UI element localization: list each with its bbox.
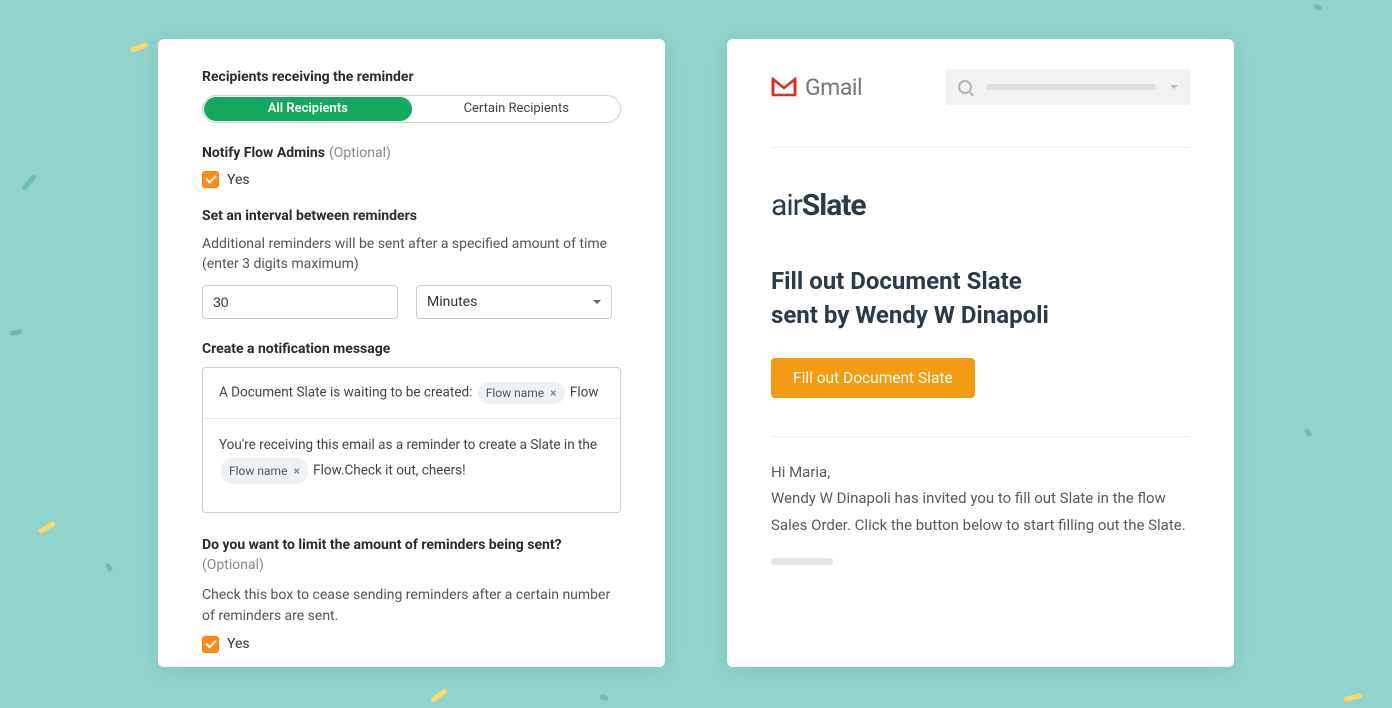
notification-message-editor[interactable]: A Document Slate is waiting to be create…	[202, 367, 621, 513]
chip-remove-icon[interactable]: ×	[293, 460, 299, 482]
interval-desc: Additional reminders will be sent after …	[202, 234, 621, 275]
dropdown-icon	[1170, 85, 1178, 89]
search-placeholder-skeleton	[986, 84, 1156, 90]
limit-heading: Do you want to limit the amount of remin…	[202, 535, 621, 576]
fill-out-slate-button[interactable]: Fill out Document Slate	[771, 358, 975, 398]
interval-value-input[interactable]	[202, 285, 398, 319]
divider	[771, 147, 1190, 148]
gmail-logo: Gmail	[771, 74, 862, 101]
gmail-text: Gmail	[805, 74, 862, 101]
email-body-text: Hi Maria, Wendy W Dinapoli has invited y…	[771, 459, 1190, 538]
recipients-heading: Recipients receiving the reminder	[202, 69, 621, 85]
notify-admins-heading: Notify Flow Admins(Optional)	[202, 145, 621, 161]
interval-unit-select[interactable]: Minutes	[416, 285, 612, 319]
divider	[771, 436, 1190, 437]
flow-name-chip[interactable]: Flow name×	[221, 458, 308, 484]
airslate-logo: airSlate	[771, 188, 1190, 223]
message-heading: Create a notification message	[202, 341, 621, 357]
limit-reminders-checkbox[interactable]	[202, 636, 219, 653]
interval-unit-label: Minutes	[427, 294, 477, 310]
search-icon	[958, 80, 972, 94]
gmail-search[interactable]	[946, 69, 1190, 105]
limit-reminders-checkbox-label: Yes	[227, 636, 250, 652]
tab-certain-recipients[interactable]: Certain Recipients	[413, 96, 621, 122]
gmail-m-icon	[771, 77, 797, 97]
recipients-segmented: All Recipients Certain Recipients	[202, 95, 621, 123]
notify-admins-checkbox[interactable]	[202, 171, 219, 188]
email-heading: Fill out Document Slatesent by Wendy W D…	[771, 265, 1190, 332]
interval-heading: Set an interval between reminders	[202, 208, 621, 224]
email-preview-card: Gmail airSlate Fill out Document Slatese…	[727, 39, 1234, 667]
flow-name-chip[interactable]: Flow name×	[478, 382, 565, 404]
message-body: You're receiving this email as a reminde…	[203, 419, 620, 512]
reminder-settings-card: Recipients receiving the reminder All Re…	[158, 39, 665, 667]
notify-admins-checkbox-label: Yes	[227, 172, 250, 188]
limit-desc: Check this box to cease sending reminder…	[202, 585, 621, 626]
tab-all-recipients[interactable]: All Recipients	[204, 97, 412, 121]
chip-remove-icon[interactable]: ×	[550, 384, 556, 402]
chevron-down-icon	[593, 300, 601, 304]
signature-skeleton	[771, 558, 833, 565]
message-subject: A Document Slate is waiting to be create…	[203, 368, 620, 419]
